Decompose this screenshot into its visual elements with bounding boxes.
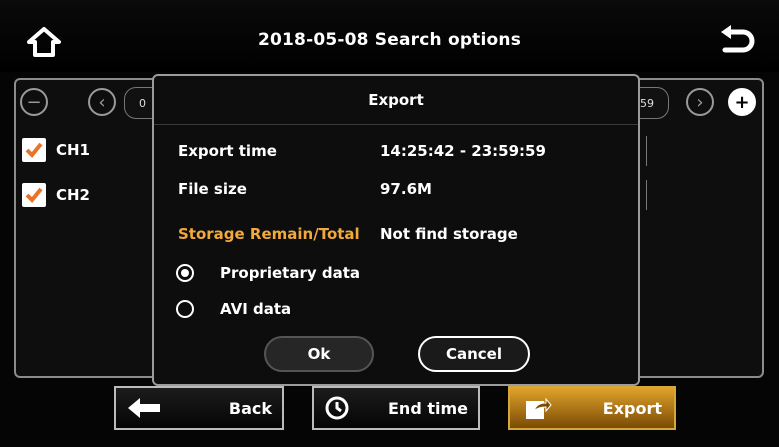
chevron-right-icon: › [696, 91, 704, 113]
export-dialog: Export Export time 14:25:42 - 23:59:59 F… [152, 74, 640, 386]
option-proprietary-data[interactable]: Proprietary data [176, 264, 360, 282]
top-bar: 2018-05-08 Search options [0, 0, 779, 72]
checkbox-ch1[interactable] [22, 138, 46, 162]
channel-ch2[interactable]: CH2 [22, 183, 90, 207]
ch2-track-edge [642, 180, 647, 210]
export-button[interactable]: Export [508, 386, 676, 430]
radio-unselected-icon[interactable] [176, 300, 194, 318]
radio-selected-icon[interactable] [176, 264, 194, 282]
zoom-in-button[interactable]: + [728, 88, 756, 116]
check-icon [25, 187, 43, 203]
chevron-left-icon: ‹ [98, 91, 106, 113]
channel-ch1[interactable]: CH1 [22, 138, 90, 162]
check-icon [25, 142, 43, 158]
clock-icon [325, 396, 349, 420]
next-button[interactable]: › [686, 88, 714, 116]
ch1-track-edge [642, 136, 647, 166]
storage-value: Not find storage [380, 225, 518, 243]
cancel-button[interactable]: Cancel [418, 336, 530, 372]
dialog-title: Export [154, 76, 638, 125]
checkbox-ch2[interactable] [22, 183, 46, 207]
back-button[interactable]: Back [114, 386, 284, 430]
arrow-left-icon [128, 398, 160, 418]
page-title: 2018-05-08 Search options [257, 30, 522, 50]
minus-icon: − [26, 91, 42, 113]
prev-button[interactable]: ‹ [88, 88, 116, 116]
timeline-end[interactable]: 59 [638, 87, 669, 119]
return-button[interactable] [714, 22, 760, 60]
export-time-value: 14:25:42 - 23:59:59 [380, 142, 546, 160]
ok-button[interactable]: Ok [264, 336, 374, 372]
end-time-button[interactable]: End time [312, 386, 480, 430]
file-size-label: File size [178, 180, 247, 198]
export-time-label: Export time [178, 142, 277, 160]
storage-label: Storage Remain/Total [178, 225, 360, 243]
zoom-out-button[interactable]: − [20, 88, 48, 116]
file-size-value: 97.6M [380, 180, 432, 198]
option-avi-data[interactable]: AVI data [176, 300, 291, 318]
export-icon [526, 397, 552, 419]
return-icon [721, 25, 755, 53]
plus-icon: + [734, 91, 750, 113]
